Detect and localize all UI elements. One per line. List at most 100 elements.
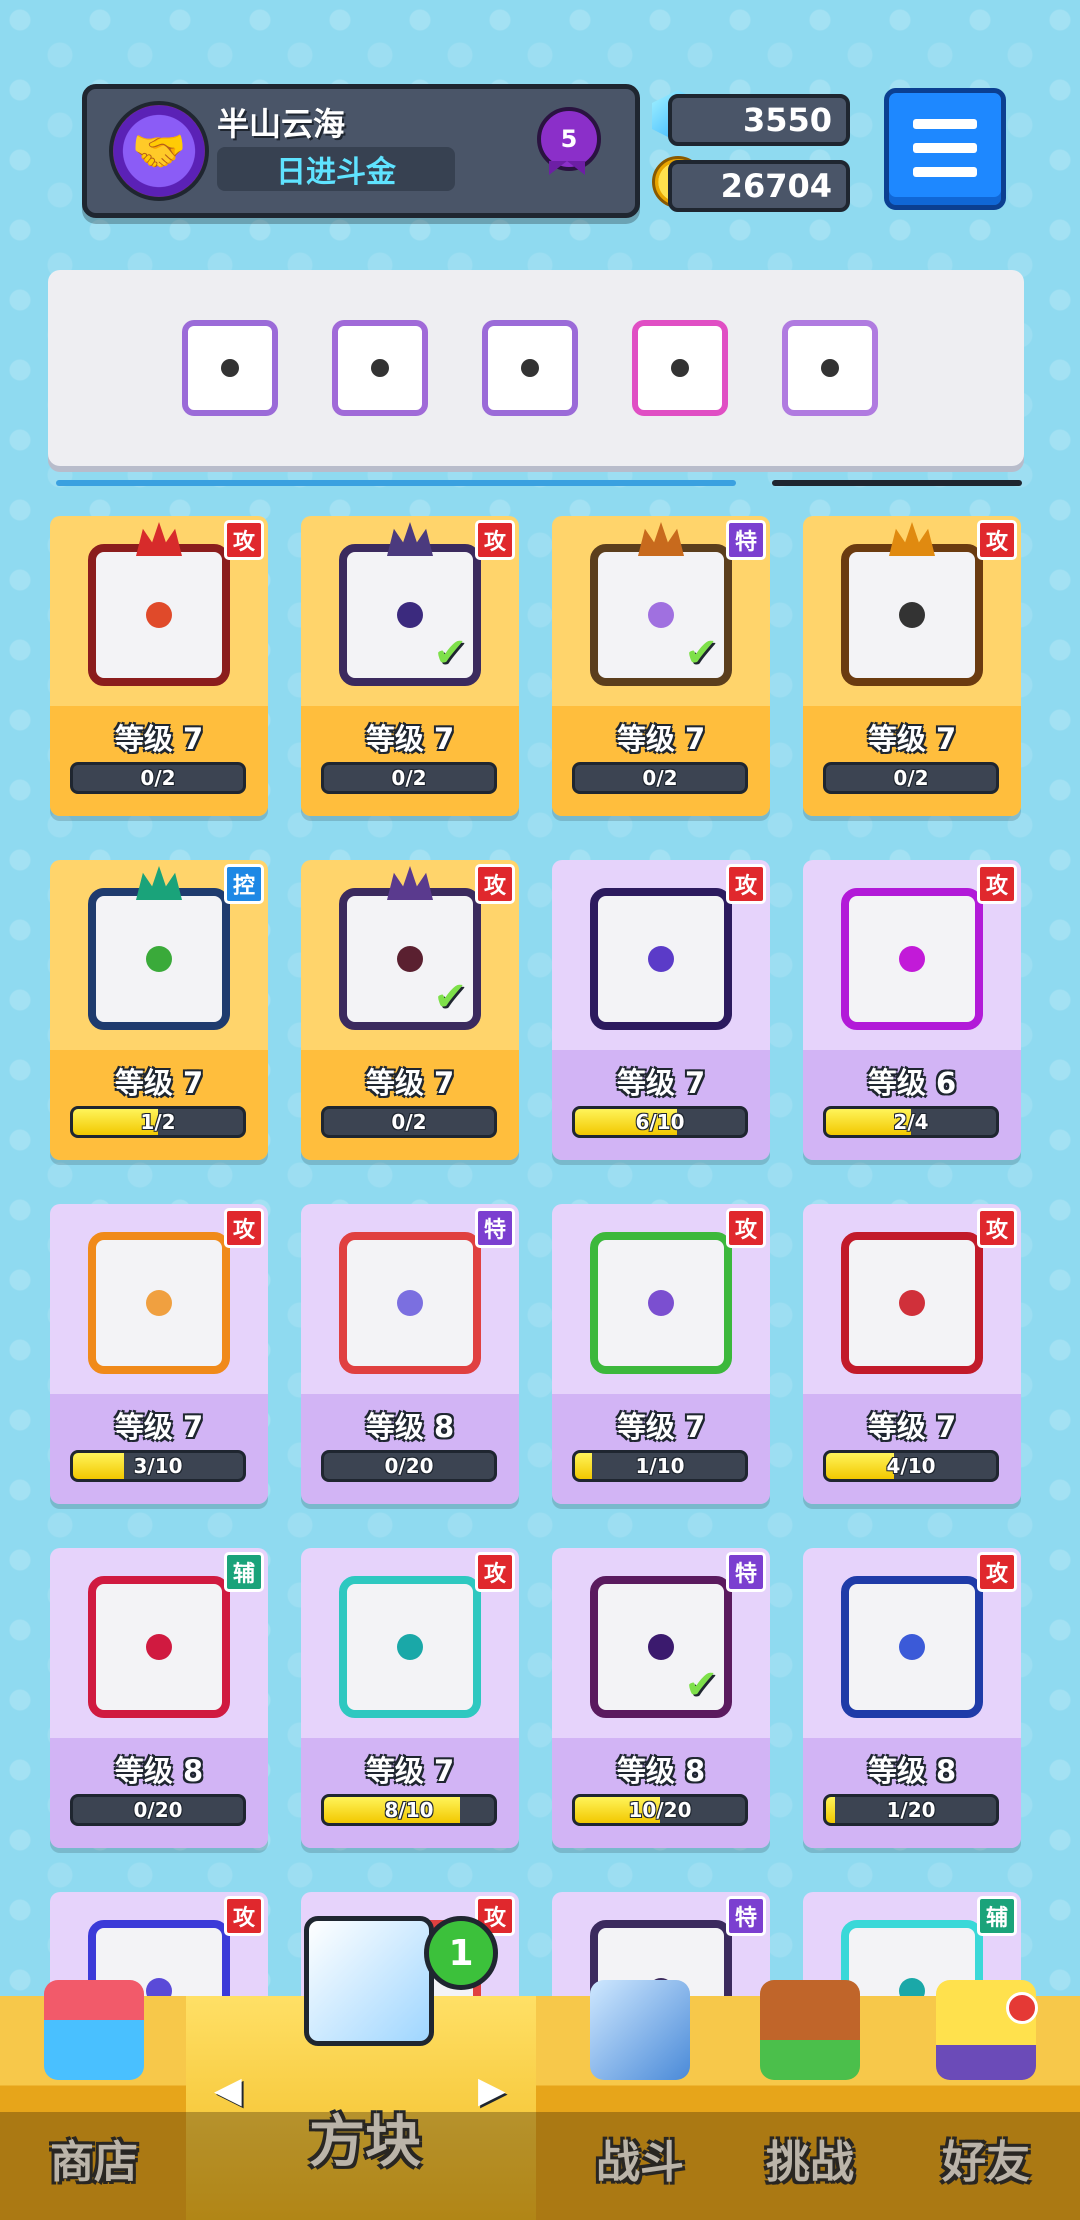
dice-card[interactable]: ✔ 攻等级 7 0/2 <box>301 516 519 816</box>
hamburger-line-icon <box>913 167 977 177</box>
next-arrow-icon[interactable]: ▶ <box>478 2070 506 2111</box>
progress-text: 1/20 <box>886 1798 936 1822</box>
player-profile-panel[interactable]: 🤝 半山云海 日进斗金 5 <box>82 84 640 218</box>
dice-card[interactable]: 攻等级 7 1/10 <box>552 1204 770 1504</box>
equipped-check-icon: ✔ <box>684 1662 718 1708</box>
upgrade-progress-bar: 4/10 <box>823 1450 999 1482</box>
dice-notification-badge: 1 <box>424 1916 498 1990</box>
dice-level: 等级 7 <box>867 1410 957 1444</box>
rainbow-infinity-dice-icon[interactable] <box>332 320 428 416</box>
dice-type-tag: 攻 <box>977 520 1017 560</box>
dice-level: 等级 8 <box>365 1410 455 1444</box>
dice-type-tag: 攻 <box>224 1896 264 1936</box>
upgrade-progress-bar: 0/2 <box>321 762 497 794</box>
dice-card[interactable]: 攻等级 7 8/10 <box>301 1548 519 1848</box>
player-title: 日进斗金 <box>217 147 455 191</box>
dice-card[interactable]: 辅等级 8 0/20 <box>50 1548 268 1848</box>
menu-button[interactable] <box>884 88 1006 210</box>
dice-pip <box>521 359 539 377</box>
dice-pip <box>648 1634 674 1660</box>
dice-type-tag: 攻 <box>977 1208 1017 1248</box>
dice-card[interactable]: ✔ 特等级 7 0/2 <box>552 516 770 816</box>
progress-text: 0/20 <box>133 1798 183 1822</box>
upgrade-progress-bar: 0/2 <box>70 762 246 794</box>
avatar[interactable]: 🤝 <box>109 101 209 201</box>
upgrade-progress-bar: 0/20 <box>321 1450 497 1482</box>
dice-pip <box>899 1290 925 1316</box>
progress-text: 0/2 <box>391 766 427 790</box>
dice-type-tag: 攻 <box>475 864 515 904</box>
dice-face-icon <box>88 1232 230 1374</box>
dice-type-tag: 特 <box>475 1208 515 1248</box>
dice-face-icon: ✔ <box>590 522 732 686</box>
dice-card[interactable]: 攻等级 7 3/10 <box>50 1204 268 1504</box>
dice-level: 等级 7 <box>616 722 706 756</box>
shop-icon <box>44 1980 144 2080</box>
dice-face-icon: ✔ <box>339 866 481 1030</box>
purple-star-dice-icon[interactable] <box>782 320 878 416</box>
dice-pip <box>397 1634 423 1660</box>
dice-card[interactable]: 控等级 7 1/2 <box>50 860 268 1160</box>
dice-face-icon <box>841 522 983 686</box>
battle-shield-icon <box>590 1980 690 2080</box>
purple-cracked-dice-icon[interactable] <box>182 320 278 416</box>
dice-pip <box>648 602 674 628</box>
dice-pip <box>371 359 389 377</box>
dice-level: 等级 6 <box>867 1066 957 1100</box>
dice-level: 等级 7 <box>114 722 204 756</box>
dice-pip <box>899 1634 925 1660</box>
dice-card[interactable]: 特等级 8 0/20 <box>301 1204 519 1504</box>
dice-card[interactable]: 攻等级 7 6/10 <box>552 860 770 1160</box>
coin-count: 26704 <box>668 160 850 212</box>
hamburger-line-icon <box>913 143 977 153</box>
dice-card[interactable]: 攻等级 8 1/20 <box>803 1548 1021 1848</box>
handshake-icon: 🤝 <box>131 126 187 177</box>
pink-arrow-dice-icon[interactable] <box>632 320 728 416</box>
progress-text: 0/2 <box>893 766 929 790</box>
progress-text: 4/10 <box>886 1454 936 1478</box>
dice-pip <box>146 1290 172 1316</box>
hamburger-line-icon <box>913 119 977 129</box>
dice-pip <box>397 602 423 628</box>
upgrade-progress-bar: 0/20 <box>70 1794 246 1826</box>
mystery-dice-icon <box>304 1916 434 2046</box>
dice-type-tag: 特 <box>726 520 766 560</box>
dice-card[interactable]: ✔ 特等级 8 10/20 <box>552 1548 770 1848</box>
dice-type-tag: 攻 <box>224 520 264 560</box>
dice-type-tag: 攻 <box>726 1208 766 1248</box>
dice-pip <box>899 946 925 972</box>
purple-void-dice-icon[interactable] <box>482 320 578 416</box>
progress-text: 0/2 <box>642 766 678 790</box>
dice-pip <box>899 602 925 628</box>
upgrade-progress-bar: 3/10 <box>70 1450 246 1482</box>
dice-type-tag: 辅 <box>224 1552 264 1592</box>
dice-face-icon <box>88 1576 230 1718</box>
upgrade-progress-bar: 0/2 <box>823 762 999 794</box>
dice-pip <box>221 359 239 377</box>
dice-pip <box>146 1634 172 1660</box>
upgrade-progress-bar: 1/10 <box>572 1450 748 1482</box>
dice-card[interactable]: 攻等级 7 4/10 <box>803 1204 1021 1504</box>
dice-type-tag: 攻 <box>224 1208 264 1248</box>
progress-text: 1/10 <box>635 1454 685 1478</box>
upgrade-progress-bar: 2/4 <box>823 1106 999 1138</box>
dice-pip <box>648 946 674 972</box>
dice-face-icon <box>339 1232 481 1374</box>
dice-pip <box>821 359 839 377</box>
dice-type-tag: 攻 <box>726 864 766 904</box>
progress-text: 10/20 <box>628 1798 692 1822</box>
equipped-deck <box>48 270 1024 466</box>
dice-card[interactable]: 攻等级 6 2/4 <box>803 860 1021 1160</box>
dice-type-tag: 攻 <box>977 864 1017 904</box>
system-nav-bar <box>0 2112 1080 2220</box>
dice-card[interactable]: 攻等级 7 0/2 <box>803 516 1021 816</box>
dice-card[interactable]: ✔ 攻等级 7 0/2 <box>301 860 519 1160</box>
dice-card[interactable]: 攻等级 7 0/2 <box>50 516 268 816</box>
prev-arrow-icon[interactable]: ◀ <box>214 2070 242 2111</box>
player-name: 半山云海 <box>217 105 346 143</box>
dice-type-tag: 控 <box>224 864 264 904</box>
friends-notification-dot <box>1006 1992 1038 2024</box>
dice-pip <box>397 946 423 972</box>
dice-pip <box>146 602 172 628</box>
upgrade-progress-bar: 6/10 <box>572 1106 748 1138</box>
